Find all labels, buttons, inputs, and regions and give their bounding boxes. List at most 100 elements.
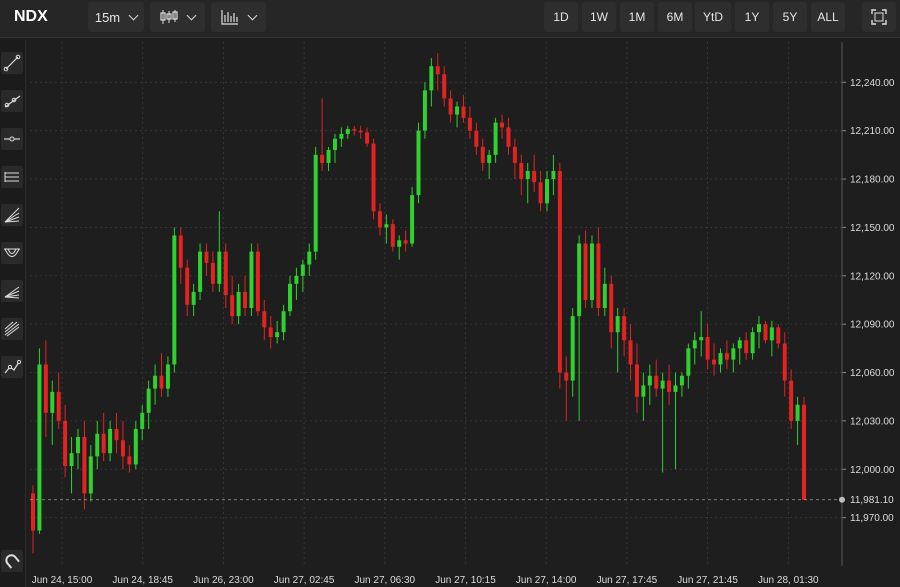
candle-down [532,170,537,183]
x-tick-label: Jun 28, 01:30 [758,575,819,586]
candle-down [461,106,466,118]
candle-down [230,295,235,317]
chart-grid [30,42,842,566]
candle-down [609,283,614,333]
candle-up [165,364,170,389]
candle-up [551,170,556,180]
candle-down [782,343,787,381]
candle-down [744,340,749,354]
candle-up [300,264,305,276]
candle-down [480,146,485,163]
candle-up [545,179,549,204]
candle-up [288,283,292,312]
candle-down [628,340,633,365]
candle-up [737,340,742,349]
candle-down [776,327,781,344]
candles [31,53,806,554]
candle-up [146,388,151,413]
y-tick-label: 12,000.00 [850,465,895,476]
candle-up [198,251,203,292]
axes: 12,240.00 12,210.00 12,180.00 12,150.00 12,1… [30,42,895,586]
candle-up [191,291,196,305]
candle-down [159,375,164,389]
last-price-label: 11,981.10 [850,495,894,506]
candle-down [178,235,183,268]
candle-up [326,150,331,163]
x-tick-label: Jun 24, 18:45 [112,575,173,586]
candle-up [384,224,389,228]
candle-down [82,437,87,494]
x-tick-label: Jun 27, 21:45 [677,575,738,586]
candle-up [422,90,427,131]
candle-down [474,130,479,147]
candle-up [487,154,492,163]
candle-down [114,428,119,441]
candle-up [307,251,312,265]
candle-up [602,283,607,309]
price-chart[interactable]: 12,240.00 12,210.00 12,180.00 12,150.00 12,1… [0,0,900,587]
candle-up [75,437,80,454]
candle-up [410,195,415,244]
candle-up [108,428,113,454]
candle-down [705,337,710,360]
candle-down [31,493,35,531]
candle-down [448,98,453,115]
candle-up [50,391,55,413]
candle-up [332,138,337,151]
candle-down [622,316,627,341]
candle-down [320,154,325,163]
candle-down [506,127,511,147]
candle-down [255,251,260,312]
candle-up [570,316,575,381]
candle-up [731,348,736,360]
candle-down [56,391,61,421]
candle-down [358,130,363,133]
candle-down [204,251,209,263]
y-tick-label: 12,060.00 [850,368,895,379]
x-tick-label: Jun 27, 02:45 [274,575,335,586]
candle-up [493,122,498,155]
candle-up [95,433,100,457]
candle-down [538,182,543,204]
candle-up [429,66,434,91]
candle-down [120,440,125,457]
candle-up [275,332,280,338]
candle-down [262,311,267,328]
candle-down [442,74,447,99]
candle-up [249,251,254,309]
candle-down [243,291,248,309]
candle-down [101,433,106,454]
candle-up [88,456,93,494]
candle-up [345,129,350,134]
candle-down [377,211,382,228]
candle-down [268,327,273,338]
candle-down [512,146,517,163]
candle-up [750,332,755,354]
candle-up [455,106,460,115]
candle-up [153,375,158,389]
candle-down [403,240,408,244]
candle-up [217,251,222,284]
y-tick-label: 12,210.00 [850,126,895,137]
candle-up [757,324,762,333]
candle-up [172,235,177,365]
candle-down [667,380,672,392]
candle-down [43,364,48,413]
candle-up [397,240,402,247]
candle-up [673,385,678,392]
candle-down [63,420,68,467]
last-price-marker [839,496,845,503]
candle-down [557,170,562,373]
candle-down [371,143,376,212]
candle-up [416,130,421,196]
candle-down [802,404,806,500]
candle-up [589,243,594,300]
y-tick-label: 12,180.00 [850,175,895,186]
candle-up [133,428,138,465]
candle-down [789,380,794,421]
x-tick-label: Jun 26, 23:00 [193,575,254,586]
x-tick-label: Jun 27, 10:15 [435,575,496,586]
y-tick-label: 12,150.00 [850,223,895,234]
candle-up [692,340,697,349]
candle-down [519,162,524,180]
